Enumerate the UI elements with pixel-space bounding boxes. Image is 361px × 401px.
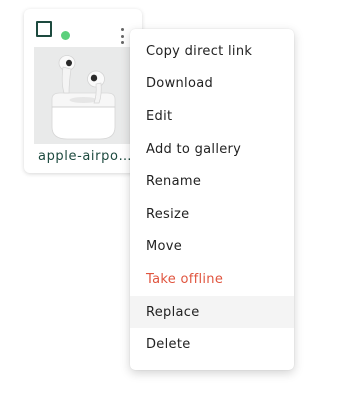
file-card[interactable]: apple-airpods-3rd-gen.png xyxy=(24,9,142,173)
menu-item-take-offline[interactable]: Take offline xyxy=(130,263,294,296)
file-name[interactable]: apple-airpods-3rd-gen.png xyxy=(38,149,133,164)
menu-item-replace[interactable]: Replace xyxy=(130,295,294,329)
menu-item-rename[interactable]: Rename xyxy=(130,165,294,198)
menu-item-download[interactable]: Download xyxy=(130,68,294,101)
more-options-icon[interactable] xyxy=(117,27,127,45)
menu-item-delete[interactable]: Delete xyxy=(130,328,294,361)
online-status-dot xyxy=(61,31,70,40)
menu-item-edit[interactable]: Edit xyxy=(130,100,294,133)
select-checkbox[interactable] xyxy=(36,21,52,37)
menu-item-resize[interactable]: Resize xyxy=(130,198,294,231)
menu-item-move[interactable]: Move xyxy=(130,231,294,264)
file-thumbnail[interactable] xyxy=(34,47,133,144)
menu-item-copy-direct-link[interactable]: Copy direct link xyxy=(130,35,294,68)
context-menu: Copy direct link Download Edit Add to ga… xyxy=(130,29,294,370)
menu-item-add-to-gallery[interactable]: Add to gallery xyxy=(130,133,294,166)
airpods-image xyxy=(51,55,116,140)
